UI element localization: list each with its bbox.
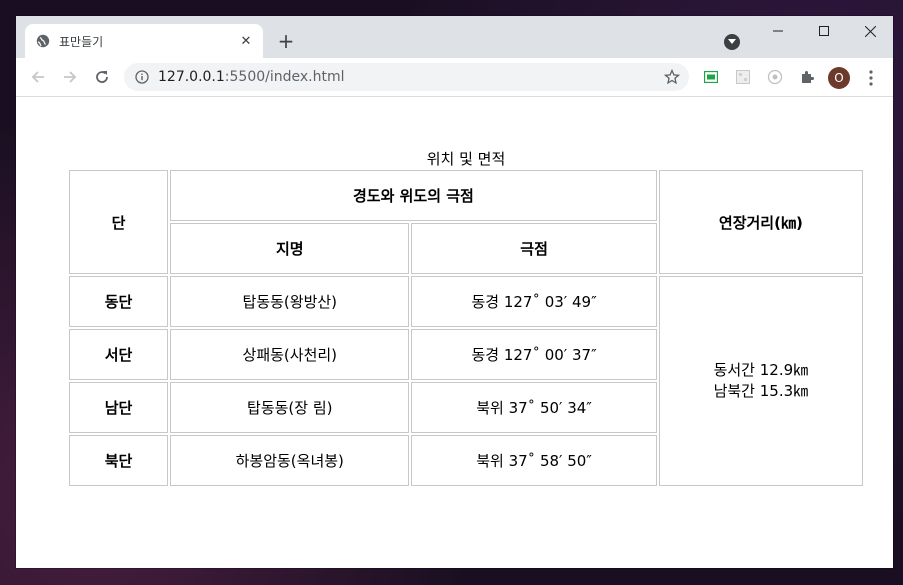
table-row: 동단 탑동동(왕방산) 동경 127˚ 03′ 49″ 동서간 12.9㎞ 남북… <box>69 276 863 486</box>
page-viewport: 위치 및 면적 단 경도와 위도의 극점 연장거리(㎞) 지명 극점 동단 탑동… <box>16 97 893 568</box>
row-dan: 남단 <box>69 382 169 433</box>
extensions-puzzle-icon[interactable] <box>799 69 815 85</box>
url-text: 127.0.0.1:5500/index.html <box>158 69 663 85</box>
minimize-icon[interactable] <box>755 16 801 46</box>
window-controls <box>755 16 893 46</box>
browser-window: 표만들기 ✕ + 127.0.0.1:5500/index.html O 위치 … <box>16 16 893 568</box>
maximize-icon[interactable] <box>801 16 847 46</box>
forward-arrow-icon[interactable] <box>58 65 82 89</box>
row-point: 북위 37˚ 58′ 50″ <box>411 435 657 486</box>
url-host: 127.0.0.1 <box>158 69 225 85</box>
row-dan: 북단 <box>69 435 169 486</box>
extension-grid-icon[interactable] <box>735 69 751 85</box>
header-group: 경도와 위도의 극점 <box>170 170 657 221</box>
row-point: 동경 127˚ 03′ 49″ <box>411 276 657 327</box>
distance-cell: 동서간 12.9㎞ 남북간 15.3㎞ <box>658 276 863 486</box>
header-jimyeong: 지명 <box>170 223 410 274</box>
kebab-menu-icon[interactable] <box>862 67 880 89</box>
address-bar[interactable]: 127.0.0.1:5500/index.html <box>124 63 689 91</box>
row-place: 상패동(사천리) <box>170 329 410 380</box>
row-point: 동경 127˚ 00′ 37″ <box>411 329 657 380</box>
reload-icon[interactable] <box>90 65 114 89</box>
profile-avatar[interactable]: O <box>828 67 850 89</box>
table-caption: 위치 및 면적 <box>426 150 506 168</box>
bookmark-star-icon[interactable] <box>663 68 681 86</box>
row-place: 하봉암동(옥녀봉) <box>170 435 410 486</box>
globe-icon <box>35 33 51 49</box>
back-arrow-icon[interactable] <box>26 65 50 89</box>
header-dan: 단 <box>69 170 169 274</box>
extension-eye-icon[interactable] <box>767 69 783 85</box>
row-dan: 서단 <box>69 329 169 380</box>
row-place: 탑동동(장 림) <box>170 382 410 433</box>
distance-north-south: 남북간 15.3㎞ <box>713 382 809 400</box>
tab-title: 표만들기 <box>59 34 104 49</box>
row-point: 북위 37˚ 50′ 34″ <box>411 382 657 433</box>
row-place: 탑동동(왕방산) <box>170 276 410 327</box>
row-dan: 동단 <box>69 276 169 327</box>
location-area-table: 단 경도와 위도의 극점 연장거리(㎞) 지명 극점 동단 탑동동(왕방산) 동… <box>67 168 865 488</box>
tab-search-icon[interactable] <box>724 34 740 50</box>
url-path: :5500/index.html <box>224 69 345 85</box>
distance-east-west: 동서간 12.9㎞ <box>713 361 809 379</box>
window-close-icon[interactable] <box>847 16 893 46</box>
new-tab-button[interactable]: + <box>275 29 297 53</box>
extension-cast-icon[interactable] <box>703 69 719 85</box>
browser-toolbar: 127.0.0.1:5500/index.html O <box>16 58 893 97</box>
active-tab[interactable]: 표만들기 ✕ <box>25 24 263 58</box>
header-distance: 연장거리(㎞) <box>658 170 863 274</box>
header-geukjeom: 극점 <box>411 223 657 274</box>
info-icon[interactable] <box>134 69 150 85</box>
header-row-1: 단 경도와 위도의 극점 연장거리(㎞) <box>69 170 863 274</box>
close-icon[interactable]: ✕ <box>237 32 255 50</box>
tab-strip: 표만들기 ✕ + <box>16 16 893 58</box>
